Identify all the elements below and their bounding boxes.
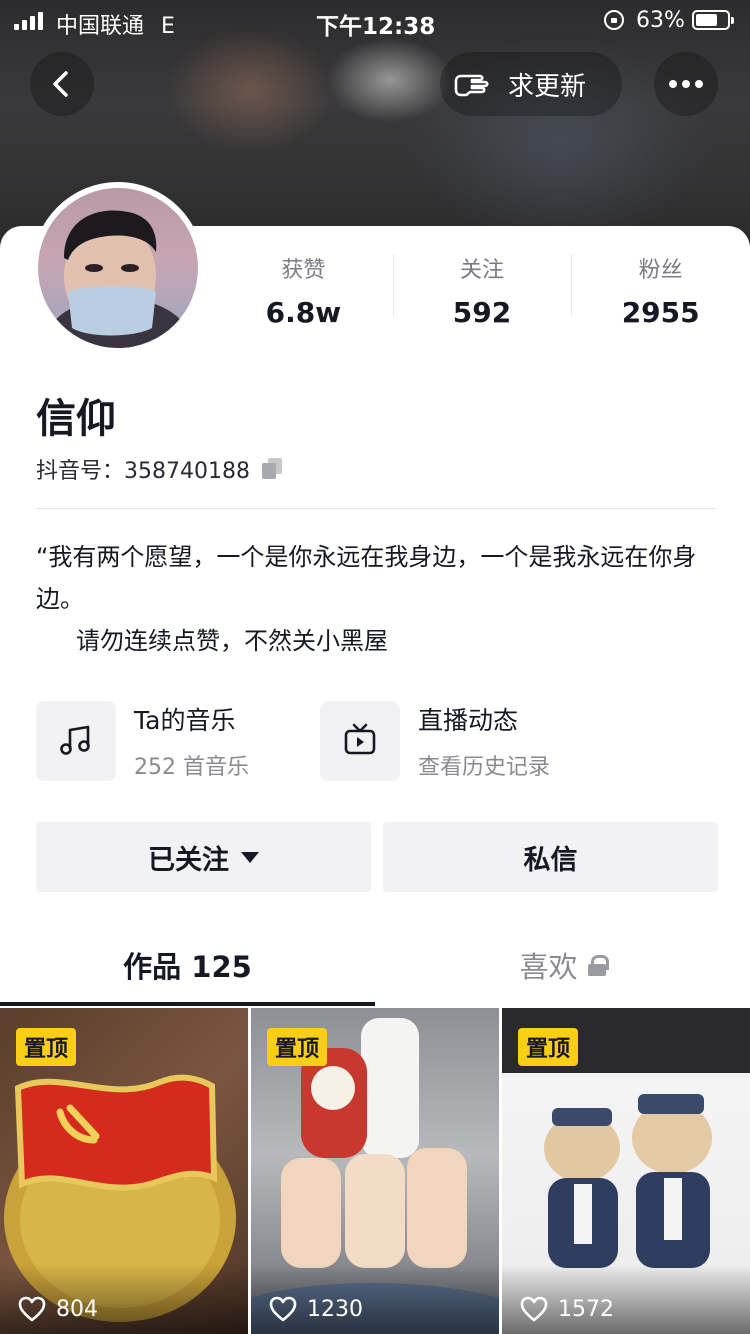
profile-stats: 获赞 6.8w 关注 592 粉丝 2955: [214, 250, 750, 330]
stat-label: 获赞: [281, 258, 326, 283]
more-dot-icon: [695, 80, 703, 88]
stat-value: 2955: [621, 296, 700, 329]
entry-title: 直播动态: [418, 706, 519, 735]
stat-value: 6.8w: [265, 296, 342, 329]
action-buttons: 已关注 私信: [36, 822, 718, 892]
heart-icon: [269, 1296, 297, 1322]
lock-icon: [587, 955, 609, 976]
tab-underline: [0, 1002, 375, 1006]
profile-entries: Ta的音乐 252 首音乐 直播动态 查看历史记录: [36, 700, 716, 782]
message-button[interactable]: 私信: [383, 822, 718, 892]
entry-subtitle: 查看历史记录: [418, 755, 551, 780]
content-tabs: 作品 125 喜欢: [0, 928, 750, 1006]
live-icon-box: [320, 701, 400, 781]
status-bar: 中国联通 E 下午12:38 63%: [0, 0, 750, 40]
stat-label: 关注: [460, 258, 505, 283]
stat-label: 粉丝: [638, 258, 683, 283]
video-thumbnail[interactable]: 置顶 1572: [502, 1008, 750, 1334]
video-grid: 置顶 804 置顶 1230 置顶 1572: [0, 1008, 750, 1334]
chevron-left-icon: [53, 71, 68, 97]
entry-title: Ta的音乐: [134, 706, 236, 735]
live-entry[interactable]: 直播动态 查看历史记录: [320, 700, 550, 782]
message-label: 私信: [523, 844, 578, 876]
tab-works[interactable]: 作品 125: [0, 928, 375, 1002]
video-likes: 804: [18, 1296, 98, 1322]
bio-line: “我有两个愿望，一个是你永远在我身边，一个是我永远在你身边。: [36, 543, 697, 613]
avatar[interactable]: [32, 182, 204, 354]
tv-play-icon: [344, 723, 376, 755]
followed-button[interactable]: 已关注: [36, 822, 371, 892]
video-thumbnail[interactable]: 置顶 1230: [251, 1008, 499, 1334]
more-options-button[interactable]: [654, 52, 718, 116]
douyin-id-row[interactable]: 抖音号：358740188: [36, 453, 284, 485]
more-dot-icon: [669, 80, 677, 88]
request-update-button[interactable]: 求更新: [440, 52, 622, 116]
music-entry[interactable]: Ta的音乐 252 首音乐: [36, 700, 249, 782]
music-note-icon: [60, 725, 90, 755]
stat-value: 592: [452, 296, 512, 329]
status-time: 下午12:38: [316, 14, 436, 40]
avatar-photo: [38, 188, 198, 348]
followed-label: 已关注: [148, 844, 229, 876]
copy-icon[interactable]: [261, 458, 284, 480]
bio-line: 请勿连续点赞，不然关小黑屋: [76, 627, 388, 655]
tab-label: 喜欢: [519, 950, 578, 984]
carrier-name: 中国联通: [56, 14, 145, 39]
tab-label: 作品 125: [123, 950, 252, 984]
more-dot-icon: [682, 80, 690, 88]
entry-subtitle: 252 首音乐: [134, 755, 249, 780]
divider: [36, 508, 716, 509]
stat-followers[interactable]: 粉丝 2955: [571, 250, 750, 330]
stat-following[interactable]: 关注 592: [392, 250, 572, 330]
pointing-hand-icon: [454, 74, 489, 97]
video-likes: 1230: [269, 1296, 363, 1322]
stat-likes[interactable]: 获赞 6.8w: [214, 250, 393, 330]
video-likes: 1572: [520, 1296, 614, 1322]
caret-down-icon: [241, 851, 259, 863]
profile-bio: “我有两个愿望，一个是你永远在我身边，一个是我永远在你身边。 请勿连续点赞，不然…: [36, 536, 726, 662]
like-count: 804: [56, 1296, 98, 1322]
profile-name: 信仰: [36, 396, 116, 442]
video-thumbnail[interactable]: 置顶 804: [0, 1008, 248, 1334]
music-icon-box: [36, 701, 116, 781]
request-update-label: 求更新: [508, 71, 587, 102]
battery-percent: 63%: [636, 8, 685, 33]
pinned-badge: 置顶: [267, 1028, 328, 1066]
pinned-badge: 置顶: [16, 1028, 77, 1066]
signal-icon: [14, 12, 43, 30]
network-type: E: [161, 14, 175, 39]
tab-likes[interactable]: 喜欢: [375, 928, 750, 1002]
rotation-lock-icon: [604, 10, 624, 30]
pinned-badge: 置顶: [518, 1028, 579, 1066]
heart-icon: [18, 1296, 46, 1322]
heart-icon: [520, 1296, 548, 1322]
like-count: 1572: [558, 1296, 614, 1322]
douyin-id: 抖音号：358740188: [36, 459, 250, 484]
avatar-portrait-icon: [48, 210, 188, 348]
carrier-label: 中国联通 E: [56, 8, 175, 40]
like-count: 1230: [307, 1296, 363, 1322]
back-button[interactable]: [30, 52, 94, 116]
battery-icon: [692, 10, 734, 30]
